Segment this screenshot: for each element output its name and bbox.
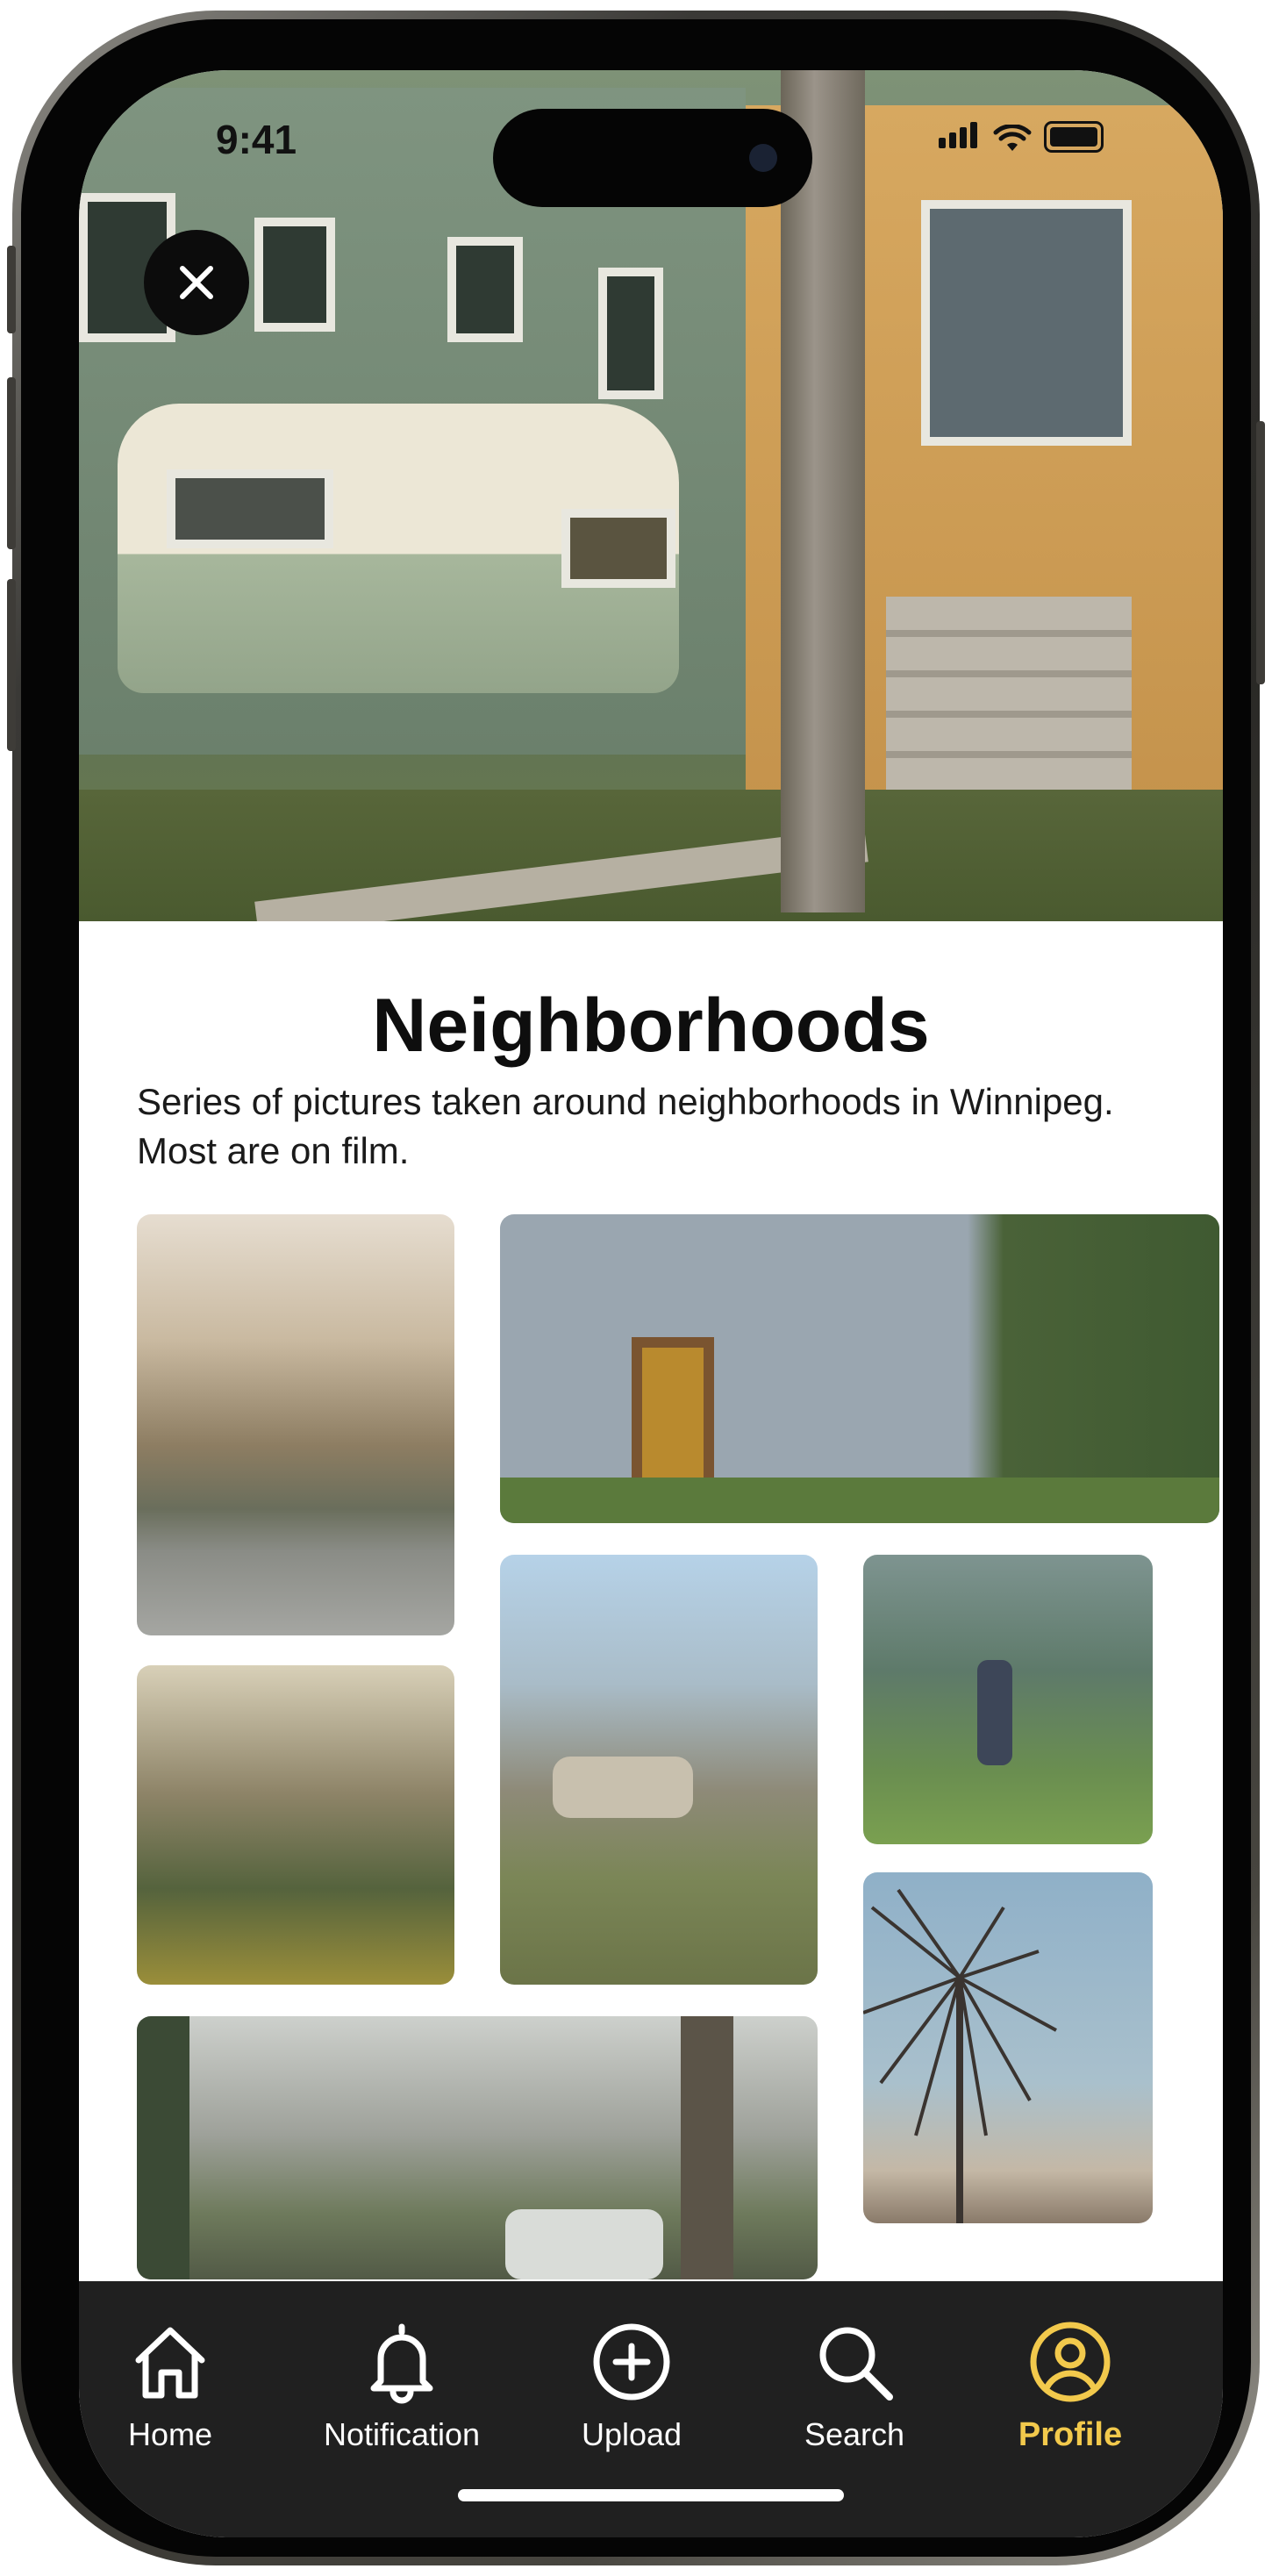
screen: 9:41 Neighborhoods Series of pictures ta…	[79, 70, 1223, 2537]
close-icon	[180, 266, 213, 299]
bell-icon	[370, 2323, 433, 2404]
photo-tile-trees-street[interactable]	[137, 2016, 818, 2279]
album-description: Series of pictures taken around neighbor…	[137, 1081, 1114, 1171]
photo-tile-trailer-yard[interactable]	[500, 1555, 818, 1985]
tab-notification-label: Notification	[323, 2416, 481, 2452]
swing-ride-graphic	[863, 1888, 1057, 2223]
plus-circle-icon	[593, 2323, 670, 2401]
volume-up-button	[7, 377, 16, 549]
home-icon	[135, 2327, 205, 2399]
dynamic-island	[493, 109, 812, 207]
tab-home-label: Home	[127, 2416, 213, 2452]
photo-tile-fair-ride[interactable]	[863, 1872, 1153, 2223]
battery-icon	[1044, 121, 1104, 153]
tab-search-label: Search	[804, 2416, 905, 2452]
album-title: Neighborhoods	[372, 984, 930, 1068]
bezel: 9:41 Neighborhoods Series of pictures ta…	[21, 19, 1251, 2557]
signal-icon	[939, 122, 981, 153]
action-button	[7, 246, 16, 333]
phone-frame: 9:41 Neighborhoods Series of pictures ta…	[7, 11, 1265, 2565]
photo-tile-garden-statue[interactable]	[863, 1555, 1153, 1844]
photo-tile-tudor-house[interactable]	[500, 1214, 1219, 1523]
status-bar: 9:41	[79, 70, 1223, 207]
tab-notification[interactable]: Notification	[288, 2318, 516, 2453]
search-icon	[819, 2327, 893, 2401]
status-time: 9:41	[216, 117, 297, 162]
status-icons	[939, 121, 1104, 153]
wifi-icon	[993, 125, 1032, 151]
tab-profile-label: Profile	[1018, 2416, 1123, 2453]
power-button	[1256, 421, 1265, 684]
close-button[interactable]	[144, 230, 249, 335]
user-circle-icon	[1030, 2322, 1111, 2402]
tab-profile[interactable]: Profile	[974, 2318, 1167, 2454]
tab-upload-label: Upload	[581, 2416, 682, 2452]
tab-upload[interactable]: Upload	[535, 2318, 728, 2453]
tab-home[interactable]: Home	[79, 2318, 267, 2453]
home-indicator	[458, 2489, 844, 2501]
tab-search[interactable]: Search	[758, 2318, 951, 2453]
volume-down-button	[7, 579, 16, 751]
photo-tile-street[interactable]	[137, 1214, 454, 1635]
photo-tile-porch-garden[interactable]	[137, 1665, 454, 1985]
